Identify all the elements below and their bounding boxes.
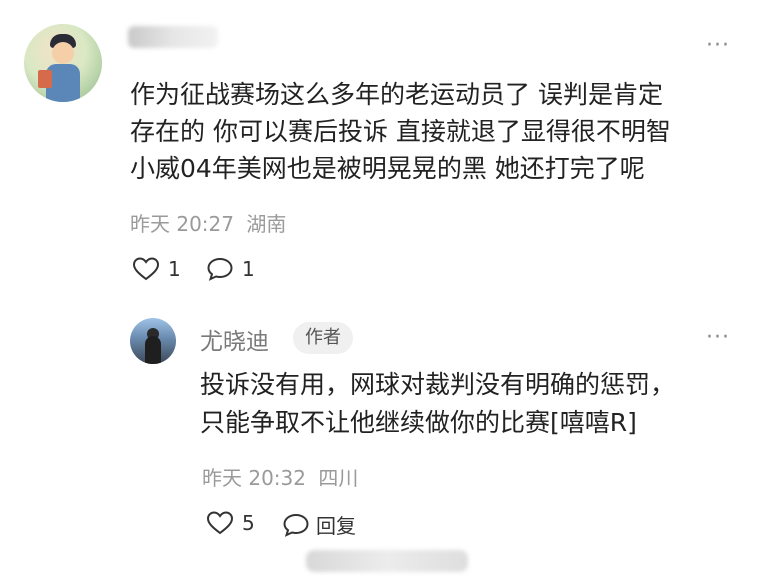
reply-line: 投诉没有用，网球对裁判没有明确的惩罚，	[200, 370, 676, 399]
reply-line: 只能争取不让他继续做你的比赛[嘻嘻R]	[200, 408, 637, 437]
avatar[interactable]	[24, 24, 102, 102]
heart-outline-icon	[206, 511, 234, 535]
comment-text: 作为征战赛场这么多年的老运动员了 误判是肯定 存在的 你可以赛后投诉 直接就退了…	[130, 76, 750, 187]
reply-count: 1	[242, 257, 255, 281]
reply-meta: 昨天 20:32 四川	[202, 462, 358, 491]
like-button[interactable]: 1	[132, 256, 181, 282]
heart-outline-icon	[132, 257, 160, 281]
timestamp: 昨天 20:27	[130, 212, 234, 236]
like-count: 1	[168, 257, 181, 281]
reply-text: 投诉没有用，网球对裁判没有明确的惩罚， 只能争取不让他继续做你的比赛[嘻嘻R]	[200, 366, 760, 442]
comment-meta: 昨天 20:27 湖南	[130, 208, 286, 237]
timestamp: 昨天 20:32	[202, 466, 306, 490]
watermark	[306, 550, 468, 572]
location: 湖南	[246, 212, 287, 236]
speech-bubble-icon	[283, 513, 309, 537]
speech-bubble-icon	[207, 257, 233, 281]
like-button[interactable]: 5	[206, 510, 255, 536]
comment-line: 作为征战赛场这么多年的老运动员了 误判是肯定	[130, 80, 663, 109]
location: 四川	[318, 466, 359, 490]
author-badge: 作者	[293, 322, 353, 354]
avatar[interactable]	[130, 318, 176, 364]
reply-label: 回复	[316, 514, 356, 538]
reply-button[interactable]: 1	[206, 256, 255, 282]
more-dots-icon[interactable]: ···	[706, 327, 730, 349]
comment-line: 小威04年美网也是被明晃晃的黑 她还打完了呢	[130, 154, 645, 183]
like-count: 5	[242, 511, 255, 535]
reply-button[interactable]: 回复	[282, 510, 356, 539]
author-name[interactable]: 尤晓迪	[200, 322, 269, 356]
username-blurred[interactable]	[128, 26, 218, 48]
comment-line: 存在的 你可以赛后投诉 直接就退了显得很不明智	[130, 117, 671, 146]
more-dots-icon[interactable]: ···	[706, 35, 730, 57]
